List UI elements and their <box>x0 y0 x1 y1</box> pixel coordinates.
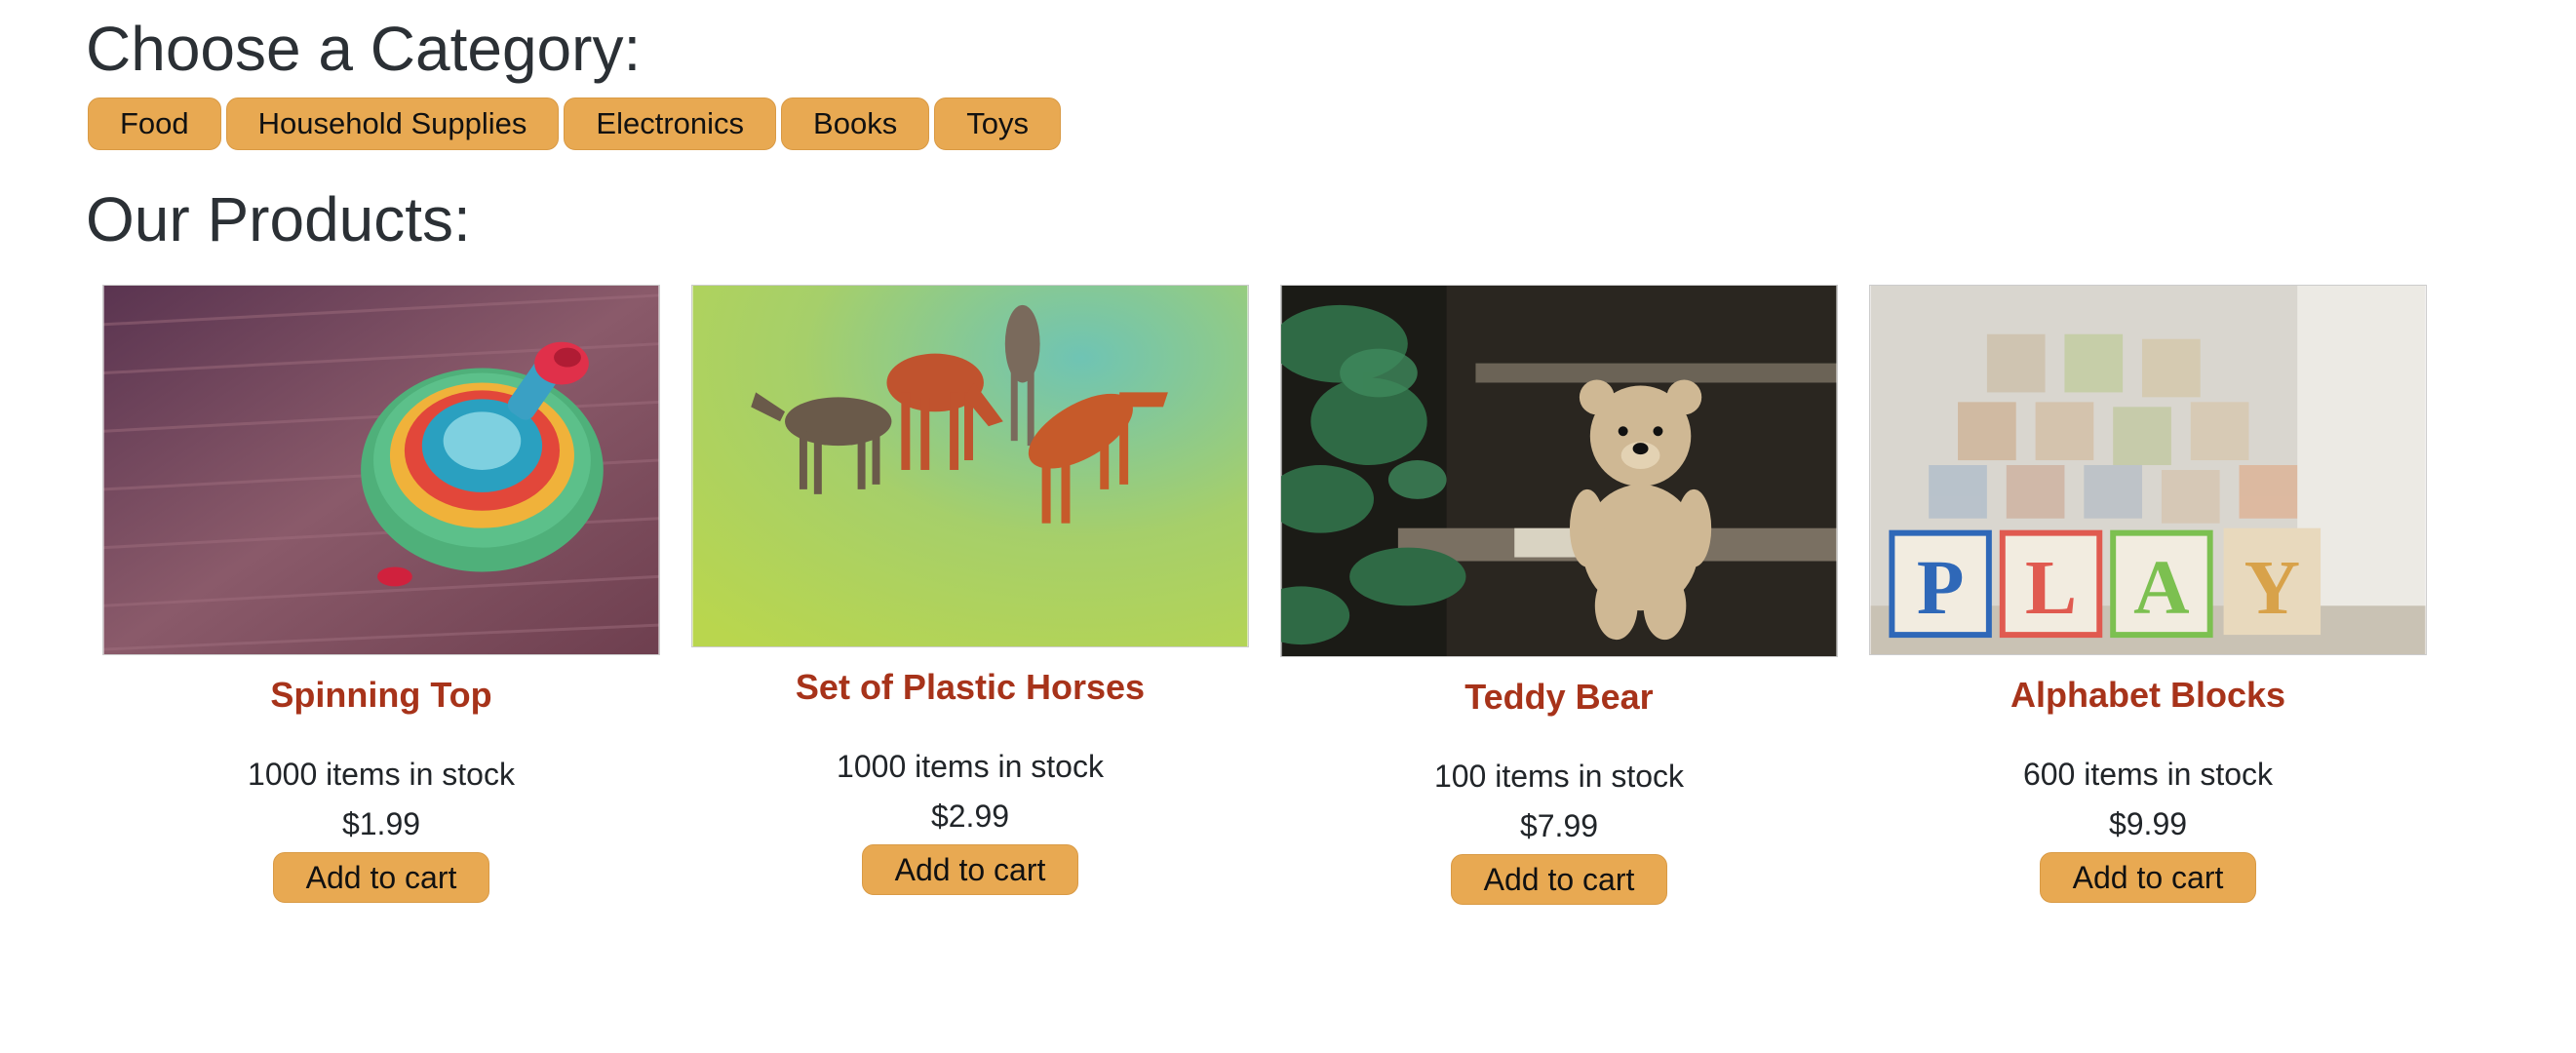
teddy-bear-photo <box>1280 285 1838 657</box>
page: Choose a Category: Food Household Suppli… <box>0 0 2576 1053</box>
stock-count: 1000 items in stock <box>837 749 1104 784</box>
stock-count: 1000 items in stock <box>248 757 515 792</box>
category-button-books[interactable]: Books <box>781 98 930 150</box>
stock-count: 100 items in stock <box>1433 759 1685 794</box>
product-card: P L A Y Alphabet Blocks 600 items in sto… <box>1869 285 2427 903</box>
category-button-food[interactable]: Food <box>88 98 221 150</box>
add-to-cart-button[interactable]: Add to cart <box>1451 854 1667 905</box>
product-name[interactable]: Alphabet Blocks <box>2010 675 2285 716</box>
svg-text:P: P <box>1917 545 1965 631</box>
product-card: Set of Plastic Horses 1000 items in stoc… <box>691 285 1249 895</box>
svg-text:L: L <box>2025 545 2077 631</box>
spinning-top-photo <box>102 285 660 655</box>
product-card: Teddy Bear 100 items in stock $7.99 Add … <box>1280 285 1838 905</box>
stock-count: 600 items in stock <box>2022 757 2274 792</box>
price: $9.99 <box>2108 806 2188 841</box>
price: $7.99 <box>1519 808 1599 843</box>
price: $2.99 <box>930 799 1010 834</box>
price: $1.99 <box>341 806 421 841</box>
product-name[interactable]: Teddy Bear <box>1464 677 1653 718</box>
product-name[interactable]: Spinning Top <box>270 675 491 716</box>
category-button-household-supplies[interactable]: Household Supplies <box>225 98 560 150</box>
product-name[interactable]: Set of Plastic Horses <box>796 667 1145 708</box>
alphabet-blocks-photo: P L A Y <box>1869 285 2427 655</box>
add-to-cart-button[interactable]: Add to cart <box>2040 852 2256 903</box>
add-to-cart-button[interactable]: Add to cart <box>273 852 489 903</box>
products-heading: Our Products: <box>86 184 471 254</box>
plastic-horses-photo <box>691 285 1249 647</box>
category-button-toys[interactable]: Toys <box>934 98 1061 150</box>
add-to-cart-button[interactable]: Add to cart <box>862 844 1078 895</box>
svg-text:A: A <box>2133 545 2189 631</box>
category-button-electronics[interactable]: Electronics <box>564 98 777 150</box>
category-heading: Choose a Category: <box>86 14 642 84</box>
svg-text:Y: Y <box>2244 545 2300 631</box>
category-bar: Food Household Supplies Electronics Book… <box>88 98 1061 150</box>
product-card: Spinning Top 1000 items in stock $1.99 A… <box>102 285 660 903</box>
